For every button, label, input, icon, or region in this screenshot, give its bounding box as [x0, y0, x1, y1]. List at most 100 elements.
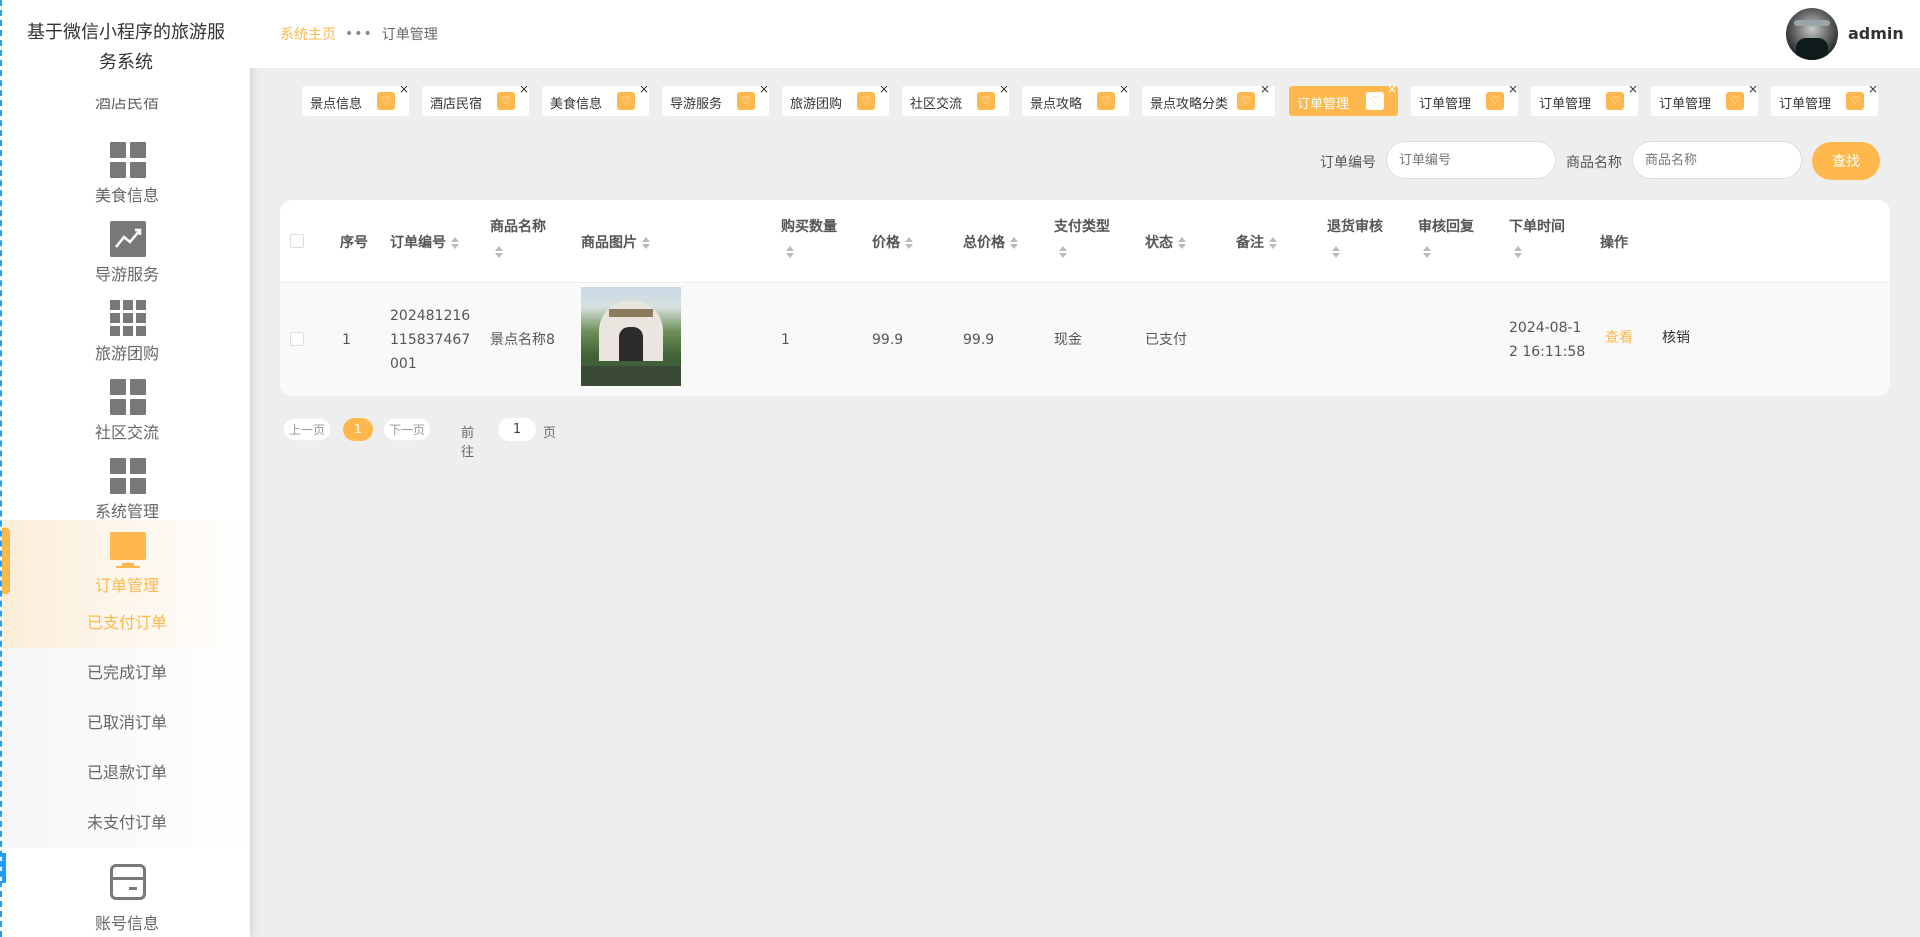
heart-icon[interactable]: ♡ [737, 92, 755, 110]
order-no-input[interactable] [1386, 141, 1556, 179]
close-icon[interactable]: × [639, 86, 649, 96]
page-number-current[interactable]: 1 [343, 418, 373, 441]
goods-image[interactable] [581, 287, 681, 386]
cell-status: 已支付 [1145, 332, 1187, 348]
sidebar-subitem-cancelled[interactable]: 已取消订单 [2, 698, 250, 748]
search-button[interactable]: 查找 [1812, 142, 1880, 180]
sidebar-item-guide[interactable]: 导游服务 [2, 213, 250, 292]
sort-icon[interactable] [495, 244, 503, 260]
wallet-icon [110, 864, 146, 900]
tab-orders[interactable]: 订单管理 ♡ × [1651, 86, 1758, 116]
goto-page-input[interactable]: 1 [498, 418, 536, 441]
sidebar-item-hotel-partial[interactable]: 酒店民宿 [2, 98, 250, 114]
col-quantity[interactable]: 购买数量 [781, 216, 837, 236]
order-no-label: 订单编号 [1320, 155, 1376, 171]
col-pay-type[interactable]: 支付类型 [1054, 216, 1110, 236]
close-icon[interactable]: × [1628, 86, 1638, 96]
prev-page-button[interactable]: 上一页 [283, 418, 332, 441]
close-icon[interactable]: × [879, 86, 889, 96]
close-icon[interactable]: × [1868, 86, 1878, 96]
verify-button[interactable]: 核销 [1662, 326, 1690, 350]
tab-orders[interactable]: 订单管理 ♡ × [1531, 86, 1638, 116]
sidebar-subitem-paid[interactable]: 已支付订单 [2, 598, 250, 648]
heart-icon[interactable]: ♡ [857, 92, 875, 110]
heart-icon[interactable]: ♡ [1726, 92, 1744, 110]
goto-label: 前往 [461, 426, 475, 460]
col-total[interactable]: 总价格 [963, 232, 1018, 252]
sidebar-subitem-completed[interactable]: 已完成订单 [2, 648, 250, 698]
tab-guides[interactable]: 景点攻略 ♡ × [1022, 86, 1129, 116]
tab-food[interactable]: 美食信息 ♡ × [542, 86, 649, 116]
col-remark[interactable]: 备注 [1236, 232, 1277, 252]
heart-icon[interactable]: ♡ [377, 92, 395, 110]
heart-icon[interactable]: ♡ [497, 92, 515, 110]
username[interactable]: admin [1848, 24, 1904, 43]
heart-icon[interactable]: ♡ [1097, 92, 1115, 110]
active-marker [2, 528, 10, 594]
top-header: 系统主页 ••• 订单管理 admin [250, 0, 1920, 68]
view-button[interactable]: 查看 [1605, 326, 1633, 350]
close-icon[interactable]: × [1748, 86, 1758, 96]
close-icon[interactable]: × [1260, 86, 1270, 96]
col-price[interactable]: 价格 [872, 232, 913, 252]
sidebar-subitem-unpaid[interactable]: 未支付订单 [2, 798, 250, 848]
heart-icon[interactable]: ♡ [1606, 92, 1624, 110]
sort-icon[interactable] [1332, 244, 1340, 260]
tab-orders[interactable]: 订单管理 ♡ × [1771, 86, 1878, 116]
sort-icon[interactable] [1423, 244, 1431, 260]
tab-scenic-info[interactable]: 景点信息 ♡ × [302, 86, 409, 116]
tab-orders[interactable]: 订单管理 ♡ × [1411, 86, 1518, 116]
sidebar-item-label: 订单管理 [94, 576, 159, 595]
select-all-checkbox[interactable] [290, 234, 304, 248]
sort-icon [642, 237, 650, 249]
heart-icon[interactable]: ♡ [1366, 92, 1384, 110]
tab-bar: × 景点信息 ♡ × 酒店民宿 ♡ × 美食信息 ♡ × 导游服务 ♡ × 旅游… [250, 86, 1920, 120]
close-icon[interactable]: × [1387, 86, 1397, 96]
close-icon[interactable]: × [399, 86, 409, 96]
close-icon[interactable]: × [1508, 86, 1518, 96]
sidebar-item-account[interactable]: 账号信息 [2, 856, 250, 935]
row-checkbox[interactable] [290, 332, 304, 346]
next-page-button[interactable]: 下一页 [383, 418, 432, 441]
col-goods-name[interactable]: 商品名称 [490, 216, 546, 236]
close-icon[interactable]: × [1119, 86, 1129, 96]
breadcrumb-home[interactable]: 系统主页 [280, 24, 336, 44]
heart-icon[interactable]: ♡ [1237, 92, 1255, 110]
cell-price: 99.9 [872, 332, 904, 348]
sort-icon[interactable] [1059, 244, 1067, 260]
col-status[interactable]: 状态 [1145, 232, 1186, 252]
tab-hotel[interactable]: 酒店民宿 ♡ × [422, 86, 529, 116]
sort-icon[interactable] [786, 244, 794, 260]
tab-orders-active[interactable]: 订单管理 ♡ × [1289, 86, 1398, 116]
sidebar-item-community[interactable]: 社区交流 [2, 371, 250, 450]
close-icon[interactable]: × [759, 86, 769, 96]
heart-icon[interactable]: ♡ [977, 92, 995, 110]
col-goods-image[interactable]: 商品图片 [581, 232, 650, 252]
tab-groupbuy[interactable]: 旅游团购 ♡ × [782, 86, 889, 116]
col-return-review[interactable]: 退货审核 [1327, 216, 1383, 236]
tab-guide[interactable]: 导游服务 ♡ × [662, 86, 769, 116]
sidebar-item-system[interactable]: 系统管理 [2, 450, 250, 529]
sort-icon[interactable] [1514, 244, 1522, 260]
col-order-time[interactable]: 下单时间 [1509, 216, 1565, 236]
heart-icon[interactable]: ♡ [1846, 92, 1864, 110]
tab-guide-category[interactable]: 景点攻略分类 ♡ × [1142, 86, 1275, 116]
close-icon[interactable]: × [519, 86, 529, 96]
sidebar-subitem-refunded[interactable]: 已退款订单 [2, 748, 250, 798]
breadcrumb-separator: ••• [345, 26, 373, 42]
close-icon[interactable]: × [999, 86, 1009, 96]
tab-label: 订单管理 [1779, 97, 1832, 112]
goods-name-input[interactable] [1632, 141, 1802, 179]
orders-table: 序号 订单编号 商品名称 商品图片 购买数量 价格 总价格 支付类型 状态 备注… [280, 200, 1890, 396]
col-review-reply[interactable]: 审核回复 [1418, 216, 1474, 236]
avatar[interactable] [1786, 8, 1838, 60]
grid-icon [110, 379, 146, 415]
sidebar-item-groupbuy[interactable]: 旅游团购 [2, 292, 250, 371]
sort-icon [451, 237, 459, 249]
col-order-no[interactable]: 订单编号 [390, 232, 459, 252]
heart-icon[interactable]: ♡ [617, 92, 635, 110]
tab-community[interactable]: 社区交流 ♡ × [902, 86, 1009, 116]
heart-icon[interactable]: ♡ [1486, 92, 1504, 110]
col-actions: 操作 [1600, 235, 1628, 251]
cell-goods-name: 景点名称8 [490, 332, 555, 348]
